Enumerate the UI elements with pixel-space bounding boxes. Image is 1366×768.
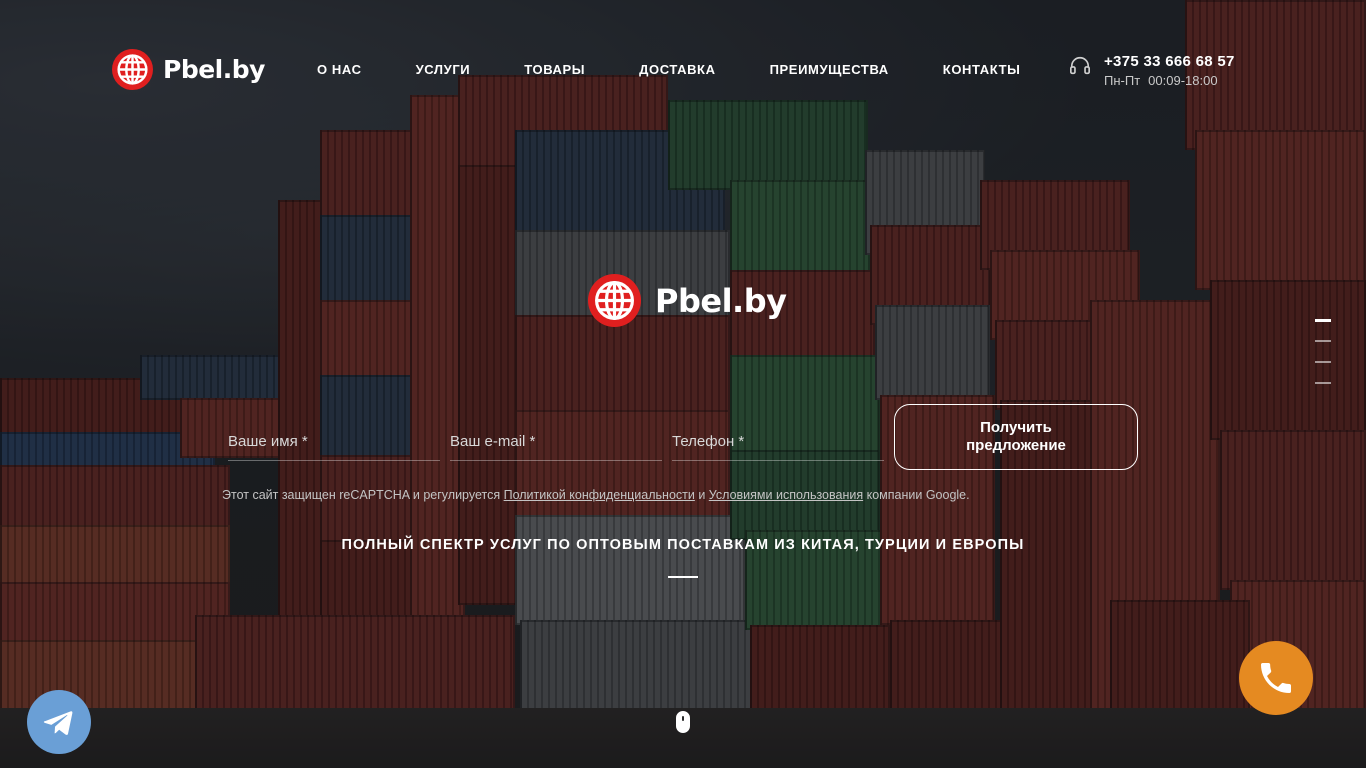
phone-field [672, 426, 884, 461]
get-offer-label-line2: предложение [966, 437, 1066, 454]
slider-dot[interactable] [1315, 319, 1331, 322]
headset-icon [1070, 57, 1090, 75]
get-offer-button[interactable]: Получить предложение [894, 404, 1138, 470]
nav-item-products[interactable]: ТОВАРЫ [524, 62, 585, 77]
slider-dot[interactable] [1315, 361, 1331, 363]
nav-item-contacts[interactable]: КОНТАКТЫ [943, 62, 1021, 77]
scroll-down-mouse-icon[interactable] [676, 711, 690, 733]
tagline-divider [668, 576, 698, 578]
brand-name: Pbel.by [163, 55, 265, 84]
name-field [228, 426, 440, 461]
nav-item-delivery[interactable]: ДОСТАВКА [639, 62, 715, 77]
nav-item-advantages[interactable]: ПРЕИМУЩЕСТВА [770, 62, 889, 77]
offer-form: Получитьпредложение [228, 404, 1138, 470]
telegram-icon [43, 711, 73, 735]
privacy-policy-link[interactable]: Политикой конфиденциальности [504, 488, 695, 502]
nav-item-about[interactable]: О НАС [317, 62, 362, 77]
phone-input[interactable] [672, 426, 884, 456]
globe-logo-icon [112, 49, 153, 90]
recaptcha-text: и [694, 488, 709, 502]
email-input[interactable] [450, 426, 662, 456]
recaptcha-text: Этот сайт защищен reCAPTCHA и регулирует… [222, 488, 504, 502]
hero-logo: Pbel.by [588, 274, 787, 327]
telegram-button[interactable] [27, 690, 91, 754]
recaptcha-text: компании Google. [863, 488, 970, 502]
get-offer-label-line1: Получить [980, 419, 1052, 436]
email-field [450, 426, 662, 461]
working-days: Пн-Пт [1104, 73, 1141, 88]
slider-dot[interactable] [1315, 340, 1331, 342]
header-logo[interactable]: Pbel.by [112, 49, 265, 90]
nav-item-services[interactable]: УСЛУГИ [416, 62, 471, 77]
recaptcha-notice: Этот сайт защищен reCAPTCHA и регулирует… [222, 488, 970, 502]
terms-link[interactable]: Условиями использования [709, 488, 863, 502]
slider-dot[interactable] [1315, 382, 1331, 384]
phone-number-link[interactable]: +375 33 666 68 57 [1104, 53, 1235, 70]
hero-tagline: ПОЛНЫЙ СПЕКТР УСЛУГ ПО ОПТОВЫМ ПОСТАВКАМ… [341, 537, 1025, 553]
phone-icon [1261, 663, 1291, 693]
call-button[interactable] [1239, 641, 1313, 715]
working-hours: Пн-Пт 00:09-18:00 [1104, 73, 1218, 88]
main-nav: О НАС УСЛУГИ ТОВАРЫ ДОСТАВКА ПРЕИМУЩЕСТВ… [317, 62, 1020, 77]
get-offer-label: Получить предложение [966, 419, 1066, 455]
site-header: Pbel.by О НАС УСЛУГИ ТОВАРЫ ДОСТАВКА ПРЕ… [0, 0, 1366, 140]
globe-logo-icon [588, 274, 641, 327]
name-input[interactable] [228, 426, 440, 456]
hero-brand-name: Pbel.by [655, 281, 787, 320]
working-time: 00:09-18:00 [1148, 73, 1218, 88]
